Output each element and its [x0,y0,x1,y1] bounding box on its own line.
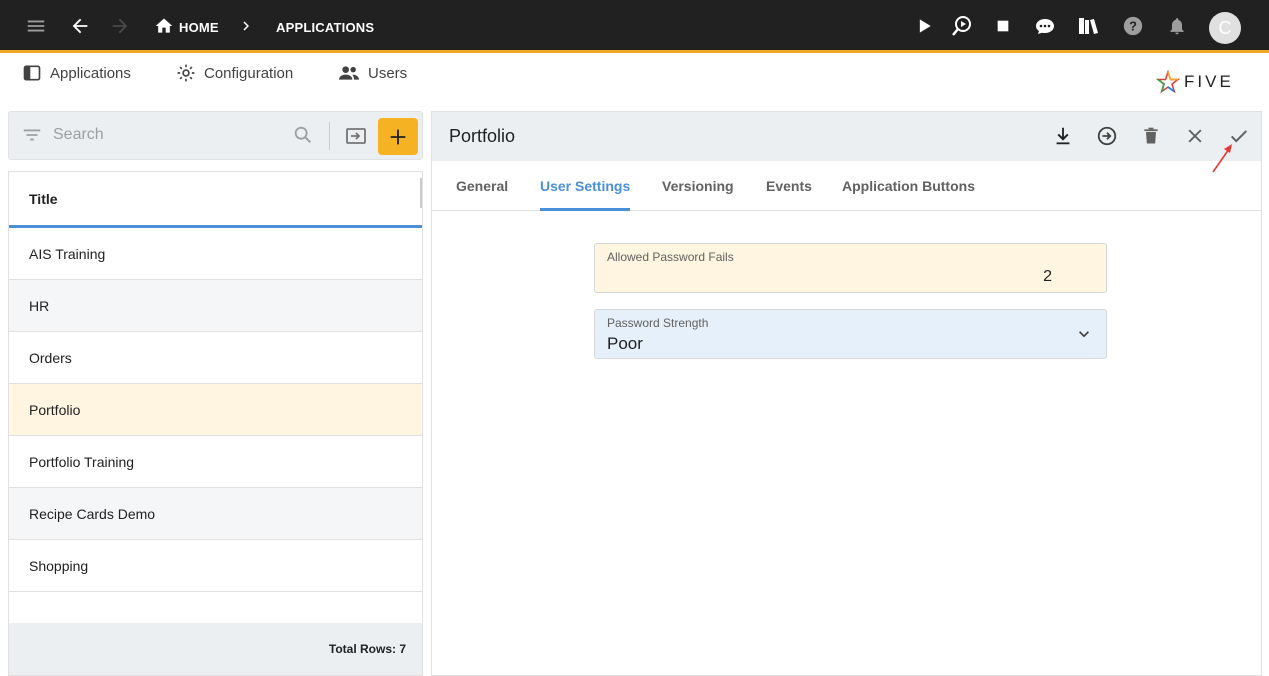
run-icon[interactable] [1095,124,1119,148]
applications-list: Title AIS Training HR Orders Portfolio P… [8,171,423,676]
import-icon[interactable] [344,124,368,148]
form-header: Portfolio [432,112,1261,161]
chevron-right-icon [234,14,258,38]
tab-events[interactable]: Events [766,178,812,208]
annotation-arrow-icon [1210,140,1236,174]
add-record-button[interactable] [378,118,418,155]
tab-versioning[interactable]: Versioning [662,178,734,208]
allowed-password-fails-label: Allowed Password Fails [607,250,734,264]
list-row-hr[interactable]: HR [9,280,422,332]
list-row-orders[interactable]: Orders [9,332,422,384]
subnav-configuration-label: Configuration [204,64,294,82]
form-title: Portfolio [449,126,516,146]
search-input[interactable]: Search [53,126,104,144]
password-strength-label: Password Strength [607,316,709,330]
list-footer-total: Total Rows: 7 [9,623,422,675]
record-form: Portfolio General User Settings Versioni… [431,111,1262,676]
gear-icon [177,64,195,82]
subnav-configuration[interactable]: Configuration [176,62,293,84]
allowed-password-fails-value[interactable]: 2 [1043,268,1052,286]
delete-icon[interactable] [1139,124,1163,148]
list-row-shopping[interactable]: Shopping [9,540,422,592]
debug-icon[interactable] [950,14,974,38]
list-header[interactable]: Title [9,172,422,228]
subnav-users[interactable]: Users [338,62,407,84]
allowed-password-fails-field[interactable]: Allowed Password Fails 2 [594,243,1107,293]
password-strength-select[interactable]: Password Strength Poor [594,309,1107,359]
search-divider [329,122,330,150]
list-search-bar: Search [8,111,423,160]
tab-user-settings[interactable]: User Settings [540,178,631,211]
play-icon[interactable] [912,14,936,38]
breadcrumb-applications[interactable]: APPLICATIONS [276,20,374,35]
chat-icon[interactable] [1033,14,1057,38]
menu-icon[interactable] [24,14,48,38]
list-row-portfolio[interactable]: Portfolio [9,384,422,436]
subnav-users-label: Users [368,64,408,82]
column-resize-handle[interactable] [420,178,422,208]
list-row-recipe-cards-demo[interactable]: Recipe Cards Demo [9,488,422,540]
five-logo: FIVE [1156,70,1234,94]
home-icon[interactable] [152,14,176,38]
tab-application-buttons[interactable]: Application Buttons [842,178,975,208]
help-icon[interactable]: ? [1121,14,1145,38]
top-app-bar: HOME APPLICATIONS ? C [0,0,1269,53]
five-logo-text: FIVE [1184,72,1234,91]
bell-icon[interactable] [1165,14,1189,38]
back-arrow-icon[interactable] [68,14,92,38]
password-strength-value: Poor [607,334,643,353]
list-row-portfolio-training[interactable]: Portfolio Training [9,436,422,488]
users-icon [339,66,359,80]
close-icon[interactable] [1183,124,1207,148]
search-icon[interactable] [292,124,314,146]
stop-icon[interactable] [991,14,1015,38]
download-icon[interactable] [1051,124,1075,148]
five-logo-icon [1156,70,1180,94]
user-avatar[interactable]: C [1209,12,1241,44]
list-row-ais-training[interactable]: AIS Training [9,228,422,280]
column-title: Title [29,190,58,207]
form-tabs: General User Settings Versioning Events … [432,161,1261,211]
filter-icon[interactable] [21,124,43,146]
chevron-down-icon[interactable] [1074,324,1094,344]
svg-text:?: ? [1129,19,1137,34]
library-icon[interactable] [1077,14,1101,38]
applications-icon [23,65,41,81]
breadcrumb-home[interactable]: HOME [179,20,219,35]
tab-general[interactable]: General [456,178,508,208]
forward-arrow-icon[interactable] [108,14,132,38]
subnav-applications[interactable]: Applications [22,62,131,84]
plus-icon [390,129,406,144]
subnav-applications-label: Applications [50,64,131,82]
